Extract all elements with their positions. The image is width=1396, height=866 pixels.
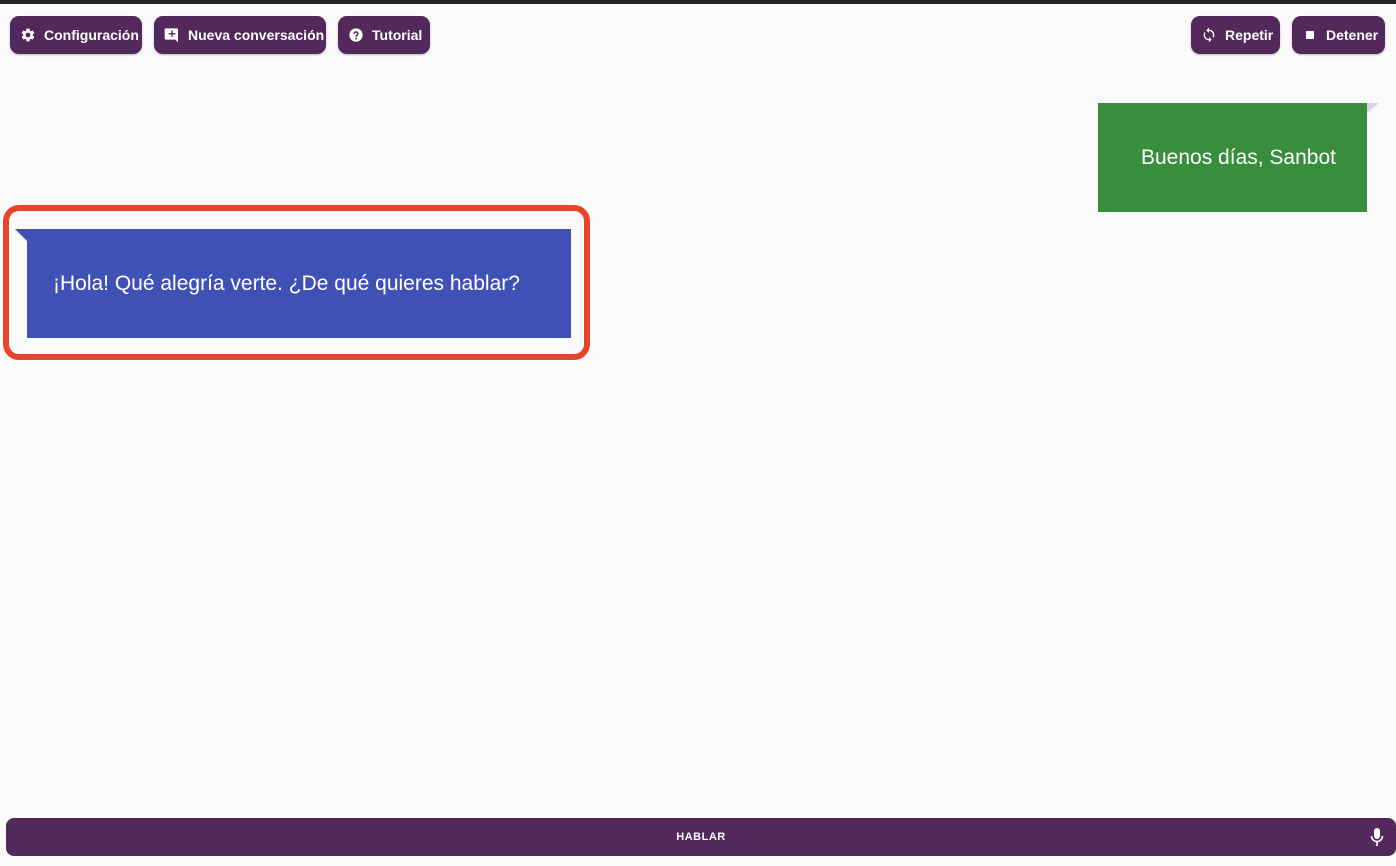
new-conversation-button[interactable]: Nueva conversación xyxy=(154,16,326,54)
talk-label: HABLAR xyxy=(676,831,726,843)
settings-label: Configuración xyxy=(44,27,139,43)
gear-icon xyxy=(21,28,35,42)
tutorial-label: Tutorial xyxy=(372,27,423,43)
user-bubble-tail xyxy=(1367,103,1379,113)
talk-button[interactable]: HABLAR xyxy=(6,818,1396,856)
stop-label: Detener xyxy=(1326,27,1379,43)
add-comment-icon xyxy=(164,28,178,43)
tutorial-button[interactable]: Tutorial xyxy=(338,16,430,54)
bot-message-text: ¡Hola! Qué alegría verte. ¿De qué quiere… xyxy=(53,271,520,295)
bot-message-bubble: ¡Hola! Qué alegría verte. ¿De qué quiere… xyxy=(27,229,571,338)
new-conversation-label: Nueva conversación xyxy=(188,27,325,43)
repeat-label: Repetir xyxy=(1225,27,1274,43)
repeat-button[interactable]: Repetir xyxy=(1191,16,1280,54)
mic-icon xyxy=(1370,828,1384,846)
top-status-strip xyxy=(0,0,1396,4)
refresh-icon xyxy=(1203,27,1215,43)
stop-button[interactable]: Detener xyxy=(1292,16,1385,54)
bot-bubble-tail xyxy=(15,229,27,241)
stop-icon xyxy=(1306,31,1314,39)
settings-button[interactable]: Configuración xyxy=(10,16,142,54)
user-message-text: Buenos días, Sanbot xyxy=(1141,145,1336,169)
help-icon xyxy=(349,28,363,42)
user-message-bubble: Buenos días, Sanbot xyxy=(1098,103,1367,212)
